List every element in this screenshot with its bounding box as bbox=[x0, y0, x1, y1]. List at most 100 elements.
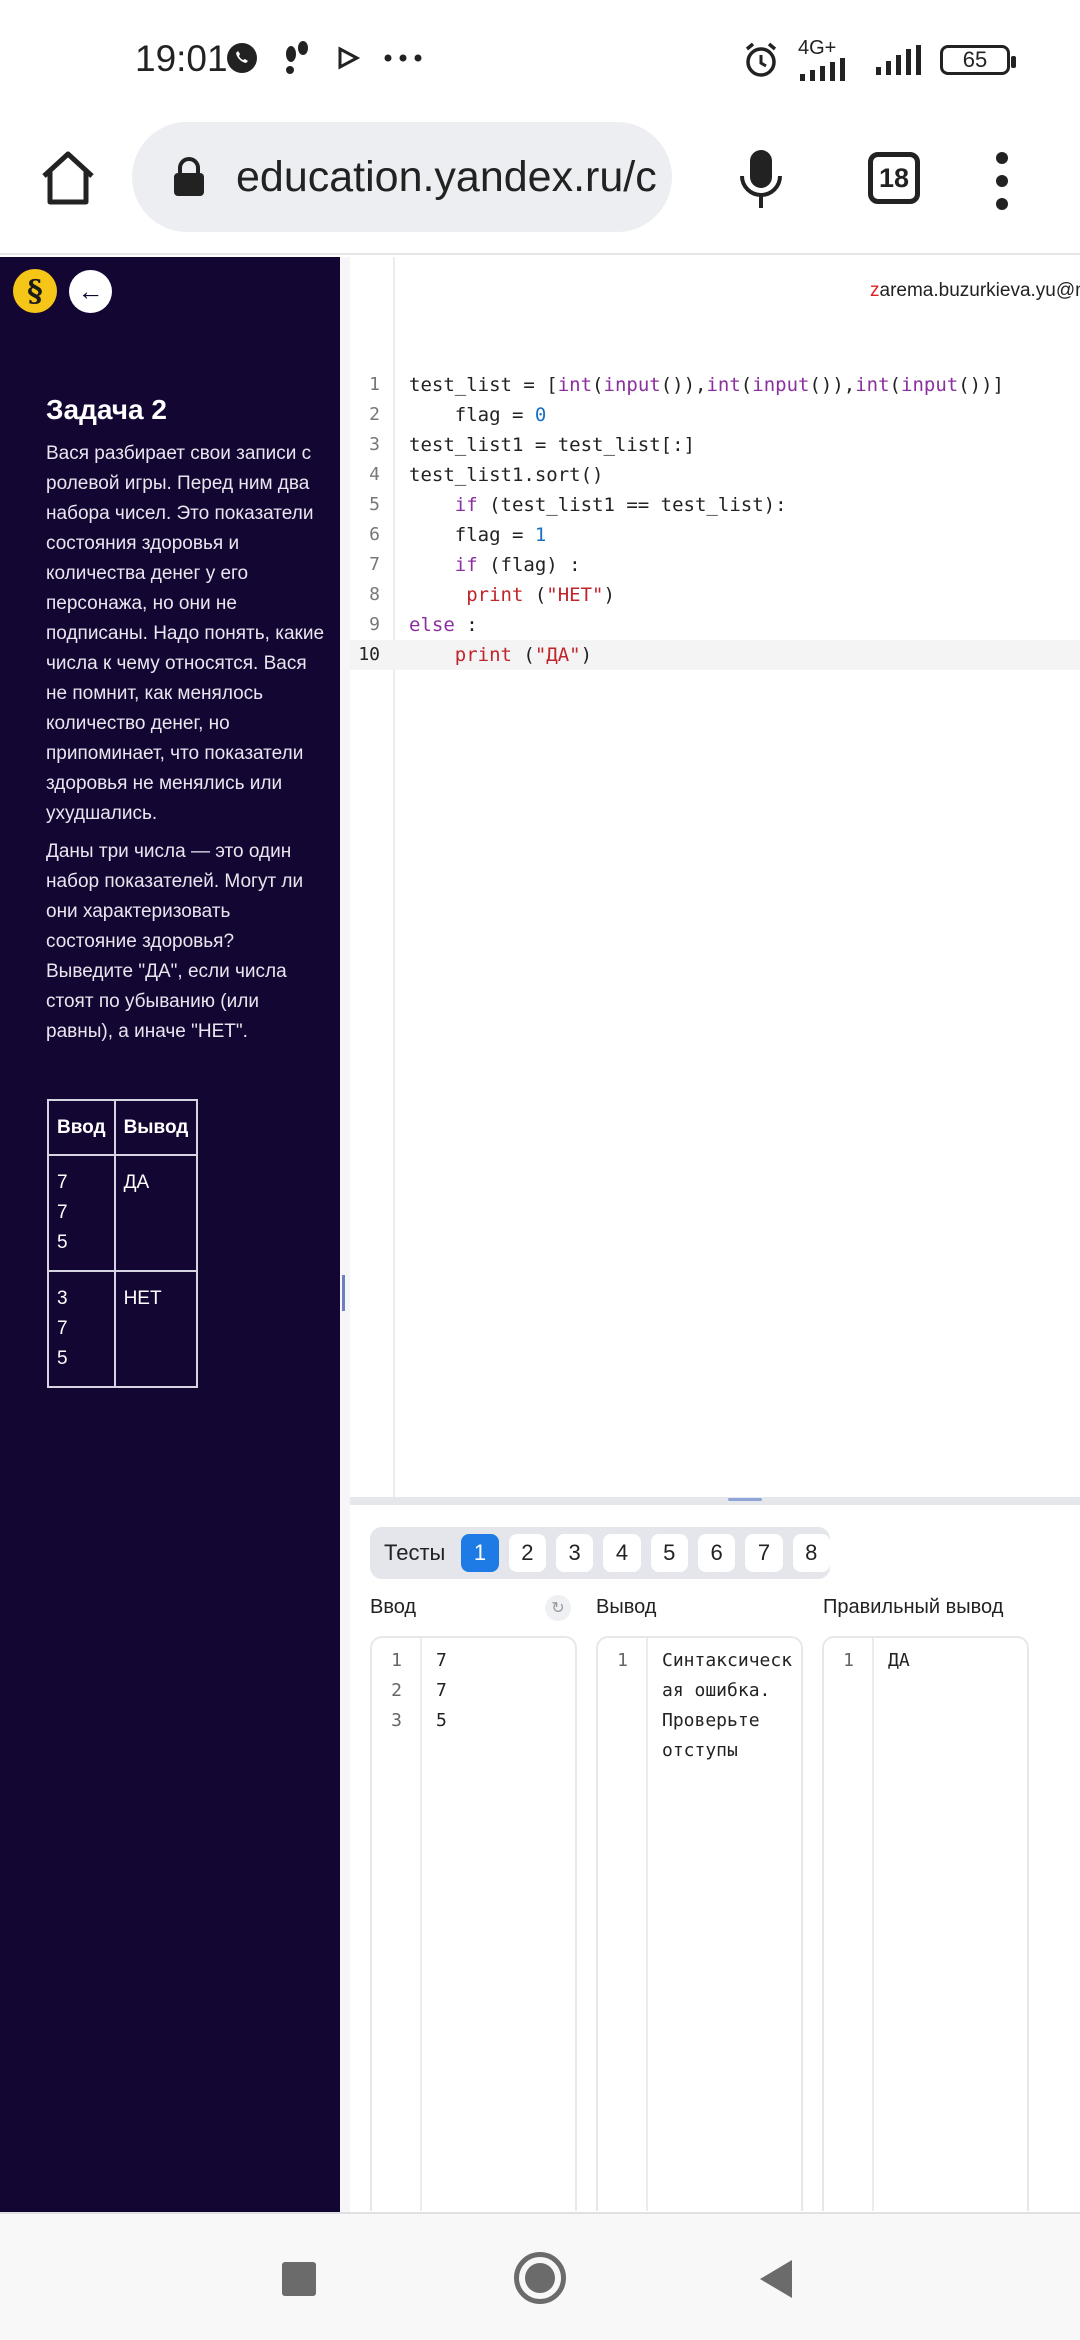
alarm-icon bbox=[745, 42, 777, 77]
whatsapp-icon bbox=[227, 43, 257, 73]
expected-output-box: 1 ДА bbox=[822, 1636, 1029, 2211]
code-line[interactable]: 9 else : bbox=[350, 610, 1080, 640]
table-cell-output: ДА bbox=[113, 1154, 199, 1272]
input-value: 3 bbox=[57, 1288, 68, 1309]
code-text: test_list1 = test_list[:] bbox=[409, 434, 695, 456]
test-tab[interactable]: 4 bbox=[603, 1534, 641, 1572]
io-line: 1 ДА bbox=[824, 1646, 1027, 1676]
back-arrow-icon[interactable]: ← bbox=[69, 270, 112, 313]
io-line: отступы bbox=[598, 1736, 801, 1766]
code-text: print ("ДА") bbox=[454, 644, 593, 666]
output-title: Вывод bbox=[596, 1596, 657, 1618]
input-value: 5 bbox=[57, 1232, 68, 1253]
task-description: Вася разбирает свои записи с ролевой игр… bbox=[46, 439, 326, 1055]
editor-splitter[interactable] bbox=[350, 1497, 1080, 1505]
code-line[interactable]: 5 if (test_list1 == test_list): bbox=[350, 490, 1080, 520]
code-line[interactable]: 7 if (flag) : bbox=[350, 550, 1080, 580]
code-line[interactable]: 4 test_list1.sort() bbox=[350, 460, 1080, 490]
email-text: arema.buzurkieva.yu@m bbox=[879, 280, 1080, 301]
test-tab[interactable]: 3 bbox=[555, 1534, 594, 1572]
io-text: 7 bbox=[436, 1650, 447, 1671]
panel-divider bbox=[340, 257, 350, 2217]
io-line: Проверьте bbox=[598, 1706, 801, 1736]
network-type: 4G+ bbox=[798, 37, 837, 59]
play-icon bbox=[338, 46, 361, 70]
code-lines[interactable]: 1 test_list = [int(input()),int(input()),… bbox=[350, 370, 1080, 670]
test-tab[interactable]: 6 bbox=[697, 1534, 736, 1572]
tabs-count-button[interactable]: 18 bbox=[868, 152, 920, 204]
code-line[interactable]: 8 print ("НЕТ") bbox=[350, 580, 1080, 610]
expected-output-title: Правильный вывод bbox=[823, 1596, 1004, 1618]
email-first-letter: z bbox=[870, 280, 880, 301]
test-tab[interactable]: 2 bbox=[508, 1534, 546, 1572]
table-cell-input: 3 7 5 bbox=[47, 1270, 116, 1388]
io-line: ая ошибка. bbox=[598, 1676, 801, 1706]
io-text: 5 bbox=[436, 1710, 447, 1731]
test-tab[interactable]: 7 bbox=[745, 1534, 783, 1572]
signal-icon-2 bbox=[876, 45, 921, 75]
line-number: 2 bbox=[391, 1680, 402, 1701]
home-icon[interactable] bbox=[38, 148, 98, 208]
system-nav-bar bbox=[0, 2212, 1080, 2340]
line-number: 1 bbox=[617, 1650, 628, 1671]
code-line[interactable]: 6 flag = 1 bbox=[350, 520, 1080, 550]
resize-handle-vertical[interactable] bbox=[342, 1275, 345, 1311]
code-line[interactable]: 3 test_list1 = test_list[:] bbox=[350, 430, 1080, 460]
io-text: Синтаксическ bbox=[662, 1650, 793, 1671]
io-line: 17 bbox=[372, 1646, 575, 1676]
line-number: 2 bbox=[369, 404, 380, 425]
browser-menu-icon[interactable] bbox=[990, 152, 1014, 210]
battery-icon: 65 bbox=[940, 45, 1016, 75]
output-lines: 1 Синтаксическ ая ошибка. Проверьте отступы bbox=[598, 1646, 801, 1766]
line-number: 10 bbox=[358, 644, 380, 665]
input-value: 7 bbox=[57, 1202, 68, 1223]
system-icons: 4G+ 65 bbox=[742, 37, 1016, 82]
test-tab[interactable]: 5 bbox=[650, 1534, 688, 1572]
lock-icon bbox=[174, 157, 204, 196]
back-nav-icon[interactable] bbox=[760, 2260, 792, 2298]
home-nav-icon[interactable] bbox=[514, 2252, 566, 2304]
line-number: 1 bbox=[391, 1650, 402, 1671]
example-table: Ввод Вывод 7 7 5 ДА 3 7 5 НЕТ bbox=[47, 1099, 199, 1388]
footsteps-icon bbox=[286, 41, 308, 74]
reset-icon[interactable]: ↻ bbox=[545, 1595, 571, 1621]
logo-icon[interactable]: § bbox=[13, 269, 57, 313]
input-value: 7 bbox=[57, 1318, 68, 1339]
io-text: ДА bbox=[888, 1650, 910, 1671]
expected-lines: 1 ДА bbox=[824, 1646, 1027, 1676]
recents-icon[interactable] bbox=[282, 2262, 316, 2296]
address-bar[interactable]: education.yandex.ru/c bbox=[132, 122, 672, 232]
io-line: 35 bbox=[372, 1706, 575, 1736]
table-header: Ввод bbox=[47, 1099, 116, 1156]
code-text: print ("НЕТ") bbox=[466, 584, 615, 606]
test-tab[interactable]: 1 bbox=[461, 1534, 499, 1572]
microphone-icon[interactable] bbox=[738, 148, 784, 210]
code-text: flag = 0 bbox=[409, 404, 547, 426]
test-tab[interactable]: 8 bbox=[792, 1534, 830, 1572]
splitter-handle[interactable] bbox=[728, 1498, 762, 1501]
io-text: 7 bbox=[436, 1680, 447, 1701]
line-number: 9 bbox=[369, 614, 380, 635]
line-number: 5 bbox=[369, 494, 380, 515]
code-text: test_list = [int(input()),int(input()),i… bbox=[409, 374, 1004, 396]
io-text: ая ошибка. bbox=[662, 1680, 771, 1701]
signal-icon bbox=[800, 58, 845, 81]
table-cell-input: 7 7 5 bbox=[47, 1154, 116, 1272]
io-line: 27 bbox=[372, 1676, 575, 1706]
line-number: 3 bbox=[391, 1710, 402, 1731]
input-box[interactable]: 172735 bbox=[370, 1636, 577, 2211]
code-line[interactable]: 10 print ("ДА") bbox=[350, 640, 1080, 670]
tests-tabs: Тесты 1 2 3 4 5 6 7 8 bbox=[370, 1527, 830, 1579]
code-line[interactable]: 2 flag = 0 bbox=[350, 400, 1080, 430]
line-number: 6 bbox=[369, 524, 380, 545]
more-dots-icon bbox=[384, 54, 422, 62]
notification-icons bbox=[225, 40, 423, 76]
io-text: отступы bbox=[662, 1740, 738, 1761]
code-line[interactable]: 1 test_list = [int(input()),int(input()),… bbox=[350, 370, 1080, 400]
screen: 19:01 4G+ 65 education.yandex.ru/c 18 § … bbox=[0, 0, 1080, 2340]
task-paragraph: Даны три числа — это один набор показате… bbox=[46, 841, 304, 1042]
user-email[interactable]: zarema.buzurkieva.yu@m bbox=[870, 280, 1080, 302]
table-header-row: Ввод Вывод bbox=[47, 1099, 199, 1156]
line-number: 7 bbox=[369, 554, 380, 575]
output-box: 1 Синтаксическ ая ошибка. Проверьте отступы bbox=[596, 1636, 803, 2211]
